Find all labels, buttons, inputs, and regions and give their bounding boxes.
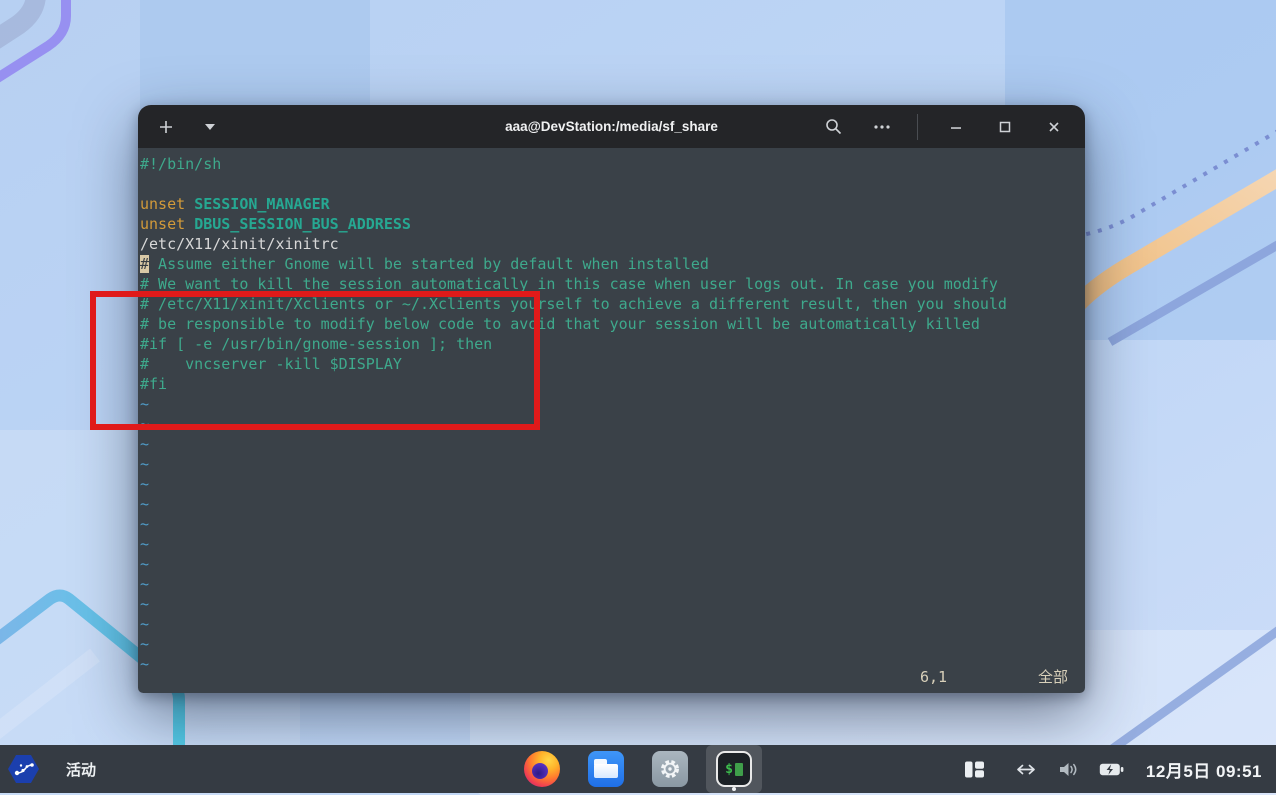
minimize-button[interactable] bbox=[945, 116, 967, 138]
cursor-position: 6,1 bbox=[920, 667, 947, 687]
distro-logo-icon bbox=[8, 755, 39, 783]
close-button[interactable] bbox=[1043, 116, 1065, 138]
terminal-line: ~ bbox=[140, 514, 1085, 534]
terminal-line: /etc/X11/xinit/xinitrc bbox=[140, 234, 1085, 254]
maximize-button[interactable] bbox=[994, 116, 1016, 138]
terminal-line: ~ bbox=[140, 494, 1085, 514]
dock-item-settings[interactable] bbox=[642, 745, 698, 793]
panel-layout-icon[interactable] bbox=[965, 761, 984, 778]
battery-charging-icon[interactable] bbox=[1099, 763, 1124, 776]
tab-dropdown-button[interactable] bbox=[199, 116, 221, 138]
app-dock: $ bbox=[514, 745, 762, 793]
terminal-line: unset SESSION_MANAGER bbox=[140, 194, 1085, 214]
files-icon bbox=[588, 751, 624, 787]
new-tab-button[interactable] bbox=[155, 116, 177, 138]
terminal-line: ~ bbox=[140, 434, 1085, 454]
terminal-line: ~ bbox=[140, 594, 1085, 614]
menu-button[interactable] bbox=[871, 116, 893, 138]
settings-gear-icon bbox=[652, 751, 688, 787]
dock-item-terminal[interactable]: $ bbox=[706, 745, 762, 793]
terminal-line: ~ bbox=[140, 614, 1085, 634]
terminal-icon: $ bbox=[716, 751, 752, 787]
vim-statusline: 6,1 全部 bbox=[138, 667, 1085, 687]
search-icon bbox=[825, 118, 842, 135]
terminal-line: unset DBUS_SESSION_BUS_ADDRESS bbox=[140, 214, 1085, 234]
desktop: aaa@DevStation:/media/sf_share bbox=[0, 0, 1276, 795]
terminal-line: # Assume either Gnome will be started by… bbox=[140, 254, 1085, 274]
ellipsis-icon bbox=[873, 119, 891, 135]
terminal-line: #!/bin/sh bbox=[140, 154, 1085, 174]
scroll-position: 全部 bbox=[1038, 667, 1068, 687]
taskbar: 活动 $ bbox=[0, 745, 1276, 793]
terminal-line bbox=[140, 174, 1085, 194]
terminal-line: ~ bbox=[140, 474, 1085, 494]
annotation-rectangle bbox=[90, 291, 540, 430]
activities-button[interactable]: 活动 bbox=[0, 755, 96, 783]
window-titlebar[interactable]: aaa@DevStation:/media/sf_share bbox=[138, 105, 1085, 148]
terminal-line: ~ bbox=[140, 554, 1085, 574]
clock[interactable]: 12月5日 09:51 bbox=[1146, 757, 1262, 782]
terminal-line: ~ bbox=[140, 534, 1085, 554]
close-icon bbox=[1047, 120, 1061, 134]
firefox-icon bbox=[524, 751, 560, 787]
network-wired-icon[interactable] bbox=[1014, 763, 1038, 776]
chevron-down-icon bbox=[205, 124, 215, 130]
search-button[interactable] bbox=[822, 116, 844, 138]
terminal-line: ~ bbox=[140, 454, 1085, 474]
dock-item-firefox[interactable] bbox=[514, 745, 570, 793]
maximize-icon bbox=[998, 120, 1012, 134]
terminal-line: ~ bbox=[140, 574, 1085, 594]
terminal-line: ~ bbox=[140, 634, 1085, 654]
activities-label: 活动 bbox=[66, 759, 96, 780]
volume-icon[interactable] bbox=[1058, 762, 1079, 777]
vim-cursor: # bbox=[140, 255, 149, 273]
dock-item-files[interactable] bbox=[578, 745, 634, 793]
system-tray: 12月5日 09:51 bbox=[945, 757, 1276, 782]
titlebar-separator bbox=[917, 114, 918, 140]
minimize-icon bbox=[949, 120, 963, 134]
